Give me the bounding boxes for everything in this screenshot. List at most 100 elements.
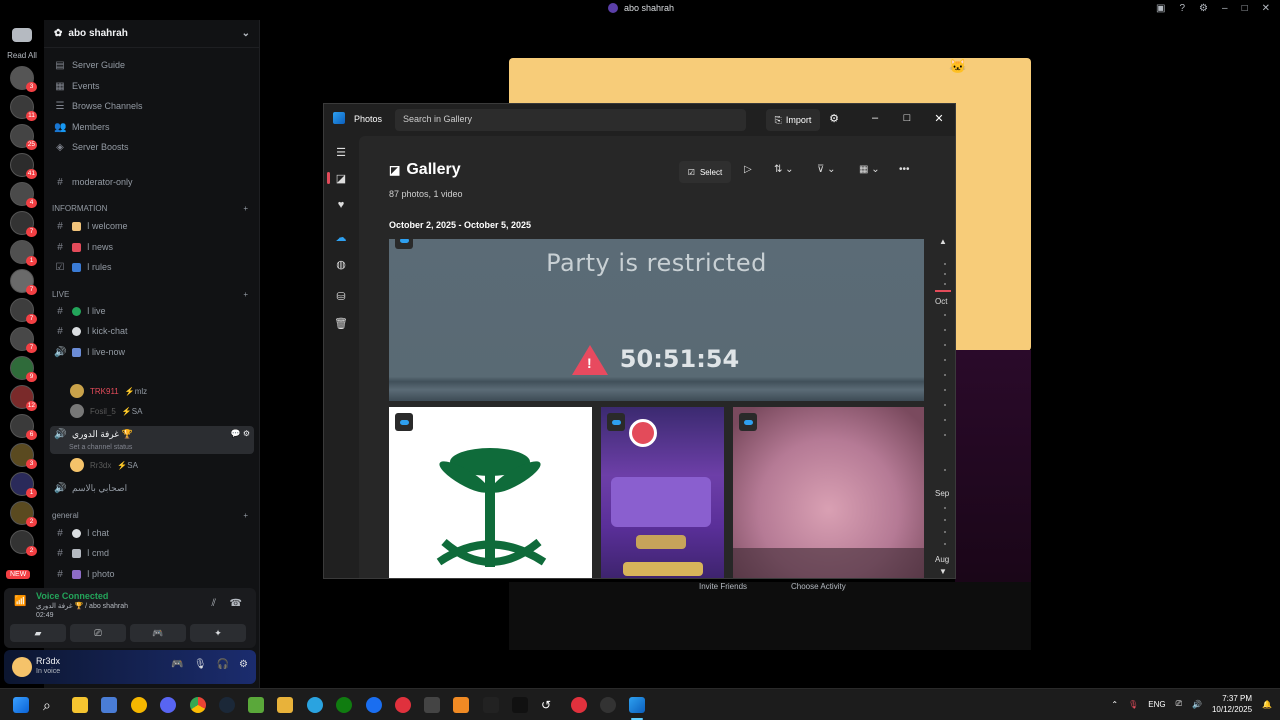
- add-channel-icon[interactable]: +: [243, 290, 248, 299]
- server-icon[interactable]: 41: [10, 153, 37, 179]
- photo-tile[interactable]: [389, 407, 592, 578]
- invite-friends-button[interactable]: Invite Friends: [699, 582, 747, 594]
- trash-icon[interactable]: 🗑: [334, 317, 348, 331]
- help-icon[interactable]: ?: [1179, 3, 1185, 14]
- channel-news[interactable]: # ا news: [50, 238, 254, 256]
- app-red-icon[interactable]: [395, 697, 411, 713]
- noise-suppression-icon[interactable]: ⫽: [212, 598, 216, 609]
- choose-activity-button[interactable]: Choose Activity: [791, 582, 846, 594]
- chevron-up-icon[interactable]: ⌃: [1111, 700, 1118, 709]
- server-icon[interactable]: 1: [10, 472, 37, 498]
- xbox-icon[interactable]: [336, 697, 352, 713]
- channel-actions-icon[interactable]: 💬 ⚙: [231, 429, 250, 438]
- soundboard-button[interactable]: ✦: [190, 624, 246, 642]
- favorites-icon[interactable]: ♥: [334, 199, 348, 213]
- activity-button[interactable]: 🎮: [130, 624, 186, 642]
- maximize-button[interactable]: □: [899, 112, 915, 124]
- network-icon[interactable]: ⎚: [1176, 699, 1182, 709]
- settings-icon[interactable]: ⚙: [826, 112, 842, 125]
- slideshow-icon[interactable]: ▷: [744, 164, 752, 175]
- scroll-up-icon[interactable]: ▲: [939, 237, 947, 246]
- browser-icon[interactable]: [366, 697, 382, 713]
- steam-icon[interactable]: [219, 697, 235, 713]
- icloud-icon[interactable]: ◍: [334, 258, 348, 272]
- discord-icon[interactable]: [160, 697, 176, 713]
- app-black-icon[interactable]: [512, 697, 528, 713]
- channel-photo[interactable]: # ا photo: [50, 565, 254, 583]
- channel-rules[interactable]: ☑ ا rules: [50, 258, 254, 276]
- server-icon[interactable]: 2: [10, 530, 37, 556]
- server-icon[interactable]: 7: [10, 211, 37, 237]
- camera-button[interactable]: ▰: [10, 624, 66, 642]
- channel-voice-friends[interactable]: 🔊 اصحابي بالاسم: [50, 479, 254, 497]
- scroll-down-icon[interactable]: ▼: [939, 567, 947, 576]
- screen-share-button[interactable]: ⎚: [70, 624, 126, 642]
- voice-channel[interactable]: غرفة الدوري 🏆 / abo shahrah: [36, 602, 128, 610]
- app-orange-icon[interactable]: [453, 697, 469, 713]
- minimize-button[interactable]: –: [867, 112, 883, 124]
- voice-user[interactable]: Fosil_5 ⚡SA: [70, 404, 142, 418]
- server-icon[interactable]: 11: [10, 95, 37, 121]
- channel-live[interactable]: # ا live: [50, 302, 254, 320]
- server-icon[interactable]: 1: [10, 240, 37, 266]
- photo-tile[interactable]: [733, 407, 924, 578]
- inbox-icon[interactable]: ▣: [1156, 3, 1165, 14]
- server-guide[interactable]: ▤ Server Guide: [50, 56, 254, 74]
- voice-user[interactable]: Rr3dx ⚡SA: [70, 458, 138, 472]
- voice-user[interactable]: TRK911 ⚡mlz: [70, 384, 147, 398]
- notification-icon[interactable]: 🔔: [1262, 700, 1272, 709]
- language-indicator[interactable]: ENG: [1148, 700, 1165, 709]
- server-icon[interactable]: 6: [10, 414, 37, 440]
- channel-cmd[interactable]: # ا cmd: [50, 544, 254, 562]
- filter-icon[interactable]: ⊽ ⌄: [817, 164, 835, 175]
- microphone-icon[interactable]: 🎙: [1128, 700, 1138, 709]
- channel-kick-chat[interactable]: # ا kick-chat: [50, 322, 254, 340]
- server-icon[interactable]: 4: [10, 182, 37, 208]
- external-drive-icon[interactable]: ⛁: [334, 290, 348, 304]
- read-all-button[interactable]: Read All: [0, 51, 44, 60]
- app-bm-icon[interactable]: [424, 697, 440, 713]
- server-boosts[interactable]: ◈ Server Boosts: [50, 138, 254, 156]
- telegram-icon[interactable]: [307, 697, 323, 713]
- events[interactable]: ▦ Events: [50, 77, 254, 95]
- server-header[interactable]: ✿ abo shahrah ⌄: [44, 20, 260, 48]
- server-icon[interactable]: 7: [10, 327, 37, 353]
- server-icon[interactable]: 2: [10, 501, 37, 527]
- server-icon[interactable]: 3: [10, 66, 37, 92]
- store-icon[interactable]: [101, 697, 117, 713]
- search-icon[interactable]: ⌕: [43, 697, 59, 713]
- user-name[interactable]: Rr3dx: [36, 656, 60, 666]
- category-information[interactable]: INFORMATION +: [52, 204, 248, 213]
- minecraft-icon[interactable]: [248, 697, 264, 713]
- add-channel-icon[interactable]: +: [243, 204, 248, 213]
- start-icon[interactable]: [13, 697, 29, 713]
- gear-icon[interactable]: ⚙: [239, 659, 248, 670]
- channel-live-now[interactable]: 🔊 ا live-now: [50, 343, 254, 361]
- channel-welcome[interactable]: # ا welcome: [50, 217, 254, 235]
- add-channel-icon[interactable]: +: [243, 511, 248, 520]
- gamepad-icon[interactable]: 🎮: [171, 659, 183, 670]
- server-icon[interactable]: 7: [10, 298, 37, 324]
- headphones-icon[interactable]: 🎧: [217, 659, 229, 670]
- microphone-icon[interactable]: 🎙: [194, 659, 207, 670]
- disconnect-icon[interactable]: ☎: [230, 598, 242, 609]
- select-button[interactable]: ☑ Select: [679, 161, 731, 183]
- photos-taskbar-icon[interactable]: [629, 697, 645, 713]
- photo-tile[interactable]: Party is restricted ! 50:51:54: [389, 239, 924, 401]
- category-live[interactable]: LIVE +: [52, 290, 248, 299]
- server-icon[interactable]: 25: [10, 124, 37, 150]
- settings-icon[interactable]: ⚙: [1199, 3, 1208, 14]
- channel-chat[interactable]: # ا chat: [50, 524, 254, 542]
- game-launcher-icon[interactable]: [277, 697, 293, 713]
- browse-channels[interactable]: ☰ Browse Channels: [50, 97, 254, 115]
- timeline-scrubber[interactable]: ▲ Oct Sep Aug ▼: [935, 237, 955, 578]
- app-arrow-icon[interactable]: ↺: [541, 697, 557, 713]
- discord-home-icon[interactable]: [12, 28, 32, 42]
- sort-icon[interactable]: ⇅ ⌄: [774, 164, 794, 175]
- app-icon[interactable]: [131, 697, 147, 713]
- app-gear-icon[interactable]: [600, 697, 616, 713]
- server-icon[interactable]: 7: [10, 269, 37, 295]
- minimize-button[interactable]: –: [1222, 3, 1228, 14]
- gallery-icon[interactable]: ◪: [334, 172, 348, 186]
- channel-moderator-only[interactable]: # moderator-only: [50, 173, 254, 191]
